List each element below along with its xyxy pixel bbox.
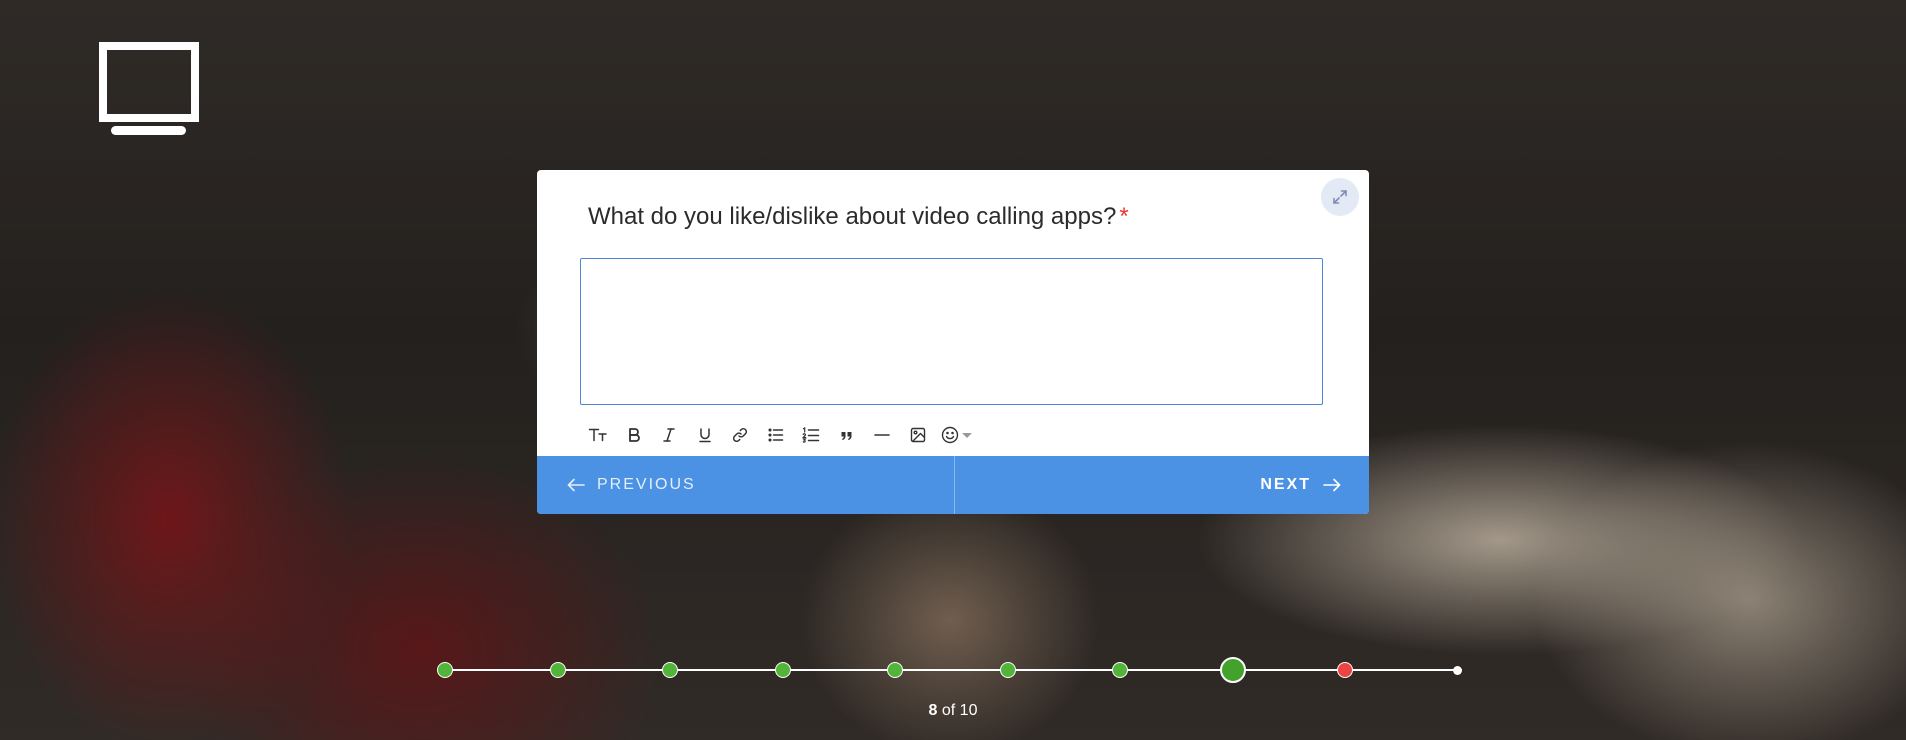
progress-step-6[interactable] — [999, 662, 1016, 678]
emoji-button[interactable] — [936, 420, 978, 450]
blockquote-button[interactable] — [830, 420, 864, 450]
progress-step-10[interactable] — [1453, 665, 1462, 675]
progress-line — [445, 669, 1462, 671]
horizontal-rule-button[interactable] — [865, 420, 899, 450]
tv-monitor-icon — [99, 42, 199, 136]
italic-button[interactable] — [652, 420, 686, 450]
bulleted-list-button[interactable] — [759, 420, 793, 450]
progress-step-4[interactable] — [774, 662, 791, 678]
progress-step-1[interactable] — [437, 662, 453, 678]
text-size-icon — [588, 428, 607, 442]
underline-icon — [698, 428, 711, 443]
total-steps: 10 — [959, 702, 978, 719]
previous-button[interactable]: PREVIOUS — [537, 456, 955, 514]
image-icon — [910, 427, 925, 443]
bold-button[interactable] — [617, 420, 651, 450]
previous-label: PREVIOUS — [597, 476, 696, 493]
next-button[interactable]: NEXT — [955, 456, 1370, 514]
required-asterisk: * — [1119, 203, 1129, 230]
link-button[interactable] — [723, 420, 757, 450]
arrow-right-icon — [1323, 478, 1341, 492]
progress-step-3[interactable] — [662, 662, 678, 678]
italic-icon — [663, 428, 675, 442]
link-icon — [732, 427, 748, 443]
progress-step-7[interactable] — [1112, 662, 1128, 678]
expand-arrows-icon — [1333, 190, 1347, 204]
emoji-icon — [941, 426, 959, 444]
bold-icon — [628, 428, 640, 442]
progress-track — [437, 657, 1462, 683]
horizontal-rule-icon — [874, 434, 890, 436]
progress-step-5[interactable] — [887, 662, 903, 678]
image-button[interactable] — [901, 420, 935, 450]
answer-textarea[interactable] — [580, 258, 1323, 405]
numbered-list-button[interactable] — [794, 420, 828, 450]
question-title: What do you like/dislike about video cal… — [588, 203, 1129, 231]
navigation-bar: PREVIOUS NEXT — [537, 456, 1369, 514]
formatting-toolbar — [581, 420, 980, 450]
expand-button[interactable] — [1321, 178, 1359, 216]
caret-down-icon — [962, 433, 972, 438]
question-text: What do you like/dislike about video cal… — [588, 203, 1117, 230]
progress-step-8[interactable] — [1219, 657, 1246, 683]
underline-button[interactable] — [688, 420, 722, 450]
bulleted-list-icon — [767, 428, 783, 442]
progress-counter: 8 of 10 — [0, 702, 1906, 720]
step-separator: of — [937, 702, 960, 719]
numbered-list-icon — [802, 427, 820, 443]
text-size-button[interactable] — [581, 420, 615, 450]
progress-step-2[interactable] — [549, 662, 566, 678]
progress-step-9[interactable] — [1337, 662, 1353, 678]
arrow-left-icon — [567, 478, 585, 492]
blockquote-icon — [841, 432, 851, 440]
question-card: What do you like/dislike about video cal… — [537, 170, 1369, 514]
next-label: NEXT — [1260, 476, 1311, 493]
